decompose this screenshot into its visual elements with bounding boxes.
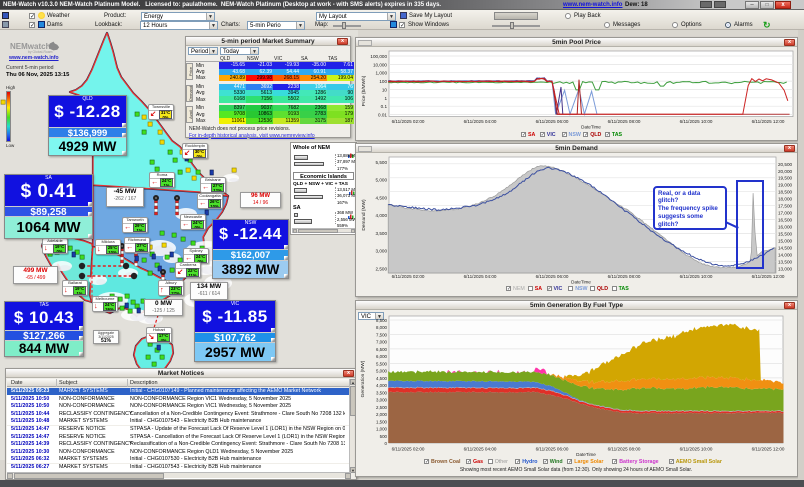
svg-text:Generation (MW): Generation (MW) bbox=[360, 360, 366, 397]
svg-text:3,500: 3,500 bbox=[376, 390, 388, 395]
svg-text:4,500: 4,500 bbox=[376, 376, 388, 381]
svg-text:5,500: 5,500 bbox=[376, 160, 388, 165]
svg-text:2,000: 2,000 bbox=[376, 412, 388, 417]
svg-text:2,500: 2,500 bbox=[376, 405, 388, 410]
svg-text:15,000: 15,000 bbox=[778, 239, 792, 244]
svg-text:3,500: 3,500 bbox=[376, 231, 388, 236]
svg-text:6/11/2025 08:00: 6/11/2025 08:00 bbox=[608, 274, 641, 279]
svg-text:5,000: 5,000 bbox=[376, 178, 388, 183]
svg-text:0.01: 0.01 bbox=[378, 113, 387, 118]
svg-text:DateTime: DateTime bbox=[576, 452, 596, 457]
svg-text:DateTime: DateTime bbox=[581, 125, 601, 130]
svg-text:100,000: 100,000 bbox=[370, 54, 387, 59]
svg-text:20,000: 20,000 bbox=[778, 169, 792, 174]
svg-text:Demand (MW): Demand (MW) bbox=[361, 199, 367, 231]
svg-text:6/11/2025 10:00: 6/11/2025 10:00 bbox=[680, 119, 713, 124]
svg-text:6/11/2025 02:00: 6/11/2025 02:00 bbox=[392, 274, 425, 279]
svg-text:18,000: 18,000 bbox=[778, 197, 792, 202]
svg-text:14,500: 14,500 bbox=[778, 246, 792, 251]
svg-text:5,500: 5,500 bbox=[376, 361, 388, 366]
svg-text:4,000: 4,000 bbox=[376, 383, 388, 388]
svg-text:8,000: 8,000 bbox=[376, 325, 388, 330]
svg-text:6,000: 6,000 bbox=[376, 354, 388, 359]
svg-text:6/11/2025 10:00: 6/11/2025 10:00 bbox=[680, 447, 713, 452]
svg-text:1,000: 1,000 bbox=[376, 71, 388, 76]
svg-text:6/11/2025 04:00: 6/11/2025 04:00 bbox=[464, 274, 497, 279]
svg-text:100: 100 bbox=[379, 79, 387, 84]
svg-text:6/11/2025 12:00: 6/11/2025 12:00 bbox=[752, 119, 785, 124]
svg-text:1,500: 1,500 bbox=[376, 419, 388, 424]
svg-text:5,000: 5,000 bbox=[376, 369, 388, 374]
svg-text:6/11/2025 10:00: 6/11/2025 10:00 bbox=[680, 274, 713, 279]
svg-text:20,500: 20,500 bbox=[778, 162, 792, 167]
svg-text:1,000: 1,000 bbox=[376, 427, 388, 432]
svg-text:6/11/2025 06:00: 6/11/2025 06:00 bbox=[536, 274, 569, 279]
svg-text:6/11/2025 12:00: 6/11/2025 12:00 bbox=[752, 274, 785, 279]
svg-text:6/11/2025 08:00: 6/11/2025 08:00 bbox=[608, 447, 641, 452]
svg-text:DateTime: DateTime bbox=[571, 280, 591, 285]
svg-text:3,000: 3,000 bbox=[376, 398, 388, 403]
svg-text:500: 500 bbox=[380, 434, 388, 439]
svg-text:6/11/2025 04:00: 6/11/2025 04:00 bbox=[464, 447, 497, 452]
svg-text:13,000: 13,000 bbox=[778, 266, 792, 271]
svg-text:16,500: 16,500 bbox=[778, 218, 792, 223]
svg-text:7,500: 7,500 bbox=[376, 333, 388, 338]
svg-text:10: 10 bbox=[382, 88, 388, 93]
svg-text:6/11/2025 02:00: 6/11/2025 02:00 bbox=[392, 119, 425, 124]
svg-text:6/11/2025 06:00: 6/11/2025 06:00 bbox=[536, 447, 569, 452]
svg-text:17,500: 17,500 bbox=[778, 204, 792, 209]
svg-text:18,500: 18,500 bbox=[778, 190, 792, 195]
svg-text:14,000: 14,000 bbox=[778, 253, 792, 258]
svg-text:15,500: 15,500 bbox=[778, 232, 792, 237]
svg-text:6/11/2025 06:00: 6/11/2025 06:00 bbox=[536, 119, 569, 124]
svg-text:10,000: 10,000 bbox=[373, 62, 387, 67]
svg-text:6/11/2025 02:00: 6/11/2025 02:00 bbox=[392, 447, 425, 452]
svg-text:19,000: 19,000 bbox=[778, 183, 792, 188]
svg-text:2,500: 2,500 bbox=[376, 266, 388, 271]
svg-text:8,500: 8,500 bbox=[376, 318, 388, 323]
svg-text:4,000: 4,000 bbox=[376, 213, 388, 218]
svg-text:6/11/2025 04:00: 6/11/2025 04:00 bbox=[464, 119, 497, 124]
svg-text:19,500: 19,500 bbox=[778, 176, 792, 181]
svg-text:0.1: 0.1 bbox=[381, 104, 388, 109]
svg-text:16,000: 16,000 bbox=[778, 225, 792, 230]
svg-text:6/11/2025 12:00: 6/11/2025 12:00 bbox=[752, 447, 785, 452]
svg-text:1: 1 bbox=[384, 96, 387, 101]
svg-text:7,000: 7,000 bbox=[376, 340, 388, 345]
svg-text:4,500: 4,500 bbox=[376, 196, 388, 201]
svg-text:6/11/2025 08:00: 6/11/2025 08:00 bbox=[608, 119, 641, 124]
svg-text:13,500: 13,500 bbox=[778, 259, 792, 264]
svg-text:6,500: 6,500 bbox=[376, 347, 388, 352]
svg-text:3,000: 3,000 bbox=[376, 249, 388, 254]
svg-text:0: 0 bbox=[385, 441, 388, 446]
svg-text:17,000: 17,000 bbox=[778, 211, 792, 216]
svg-text:Price ($/MWh): Price ($/MWh) bbox=[361, 75, 367, 106]
